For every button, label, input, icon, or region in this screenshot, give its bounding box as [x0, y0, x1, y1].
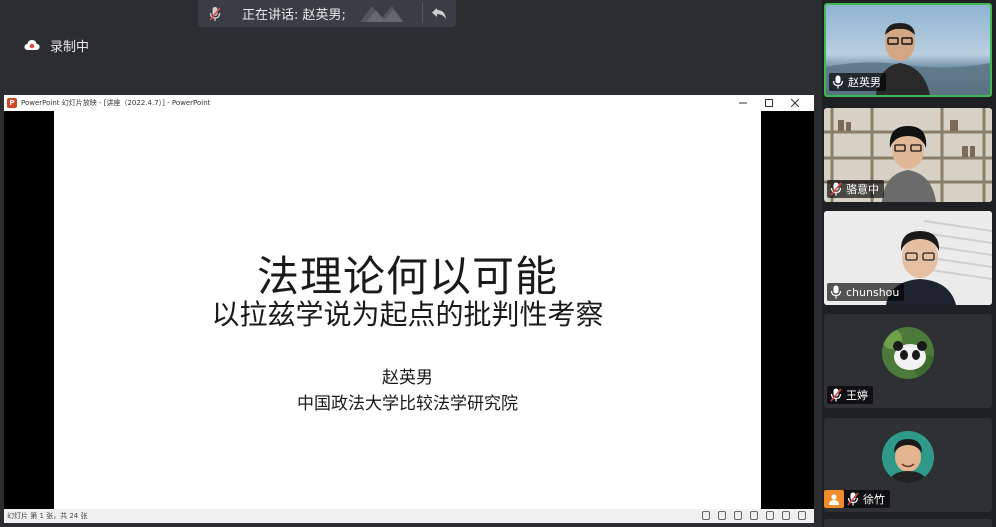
participant-tile[interactable]: 徐竹: [824, 418, 992, 512]
participant-name-tag: 王婷: [827, 386, 873, 404]
avatar: [882, 327, 934, 379]
slide-subtitle: 以拉兹学说为起点的批判性考察: [211, 298, 604, 331]
powerpoint-app-icon: P: [7, 98, 17, 108]
slideshow-icon[interactable]: [798, 511, 806, 520]
participant-name: 王婷: [846, 389, 868, 402]
microphone-icon: [830, 285, 842, 299]
close-button[interactable]: [782, 95, 808, 111]
slide-area: 法理论何以可能 以拉兹学说为起点的批判性考察 赵英男 中国政法大学比较法学研究院: [4, 111, 814, 509]
powerpoint-window: P PowerPoint 幻灯片放映 - [讲座（2022.4.7）] - Po…: [4, 95, 814, 523]
top-bar: 正在讲话: 赵英男; 录制中: [0, 0, 818, 95]
normal-view-icon[interactable]: [750, 511, 758, 520]
window-title: PowerPoint 幻灯片放映 - [讲座（2022.4.7）] - Powe…: [21, 99, 211, 107]
view-controls: [702, 511, 806, 520]
powerpoint-titlebar: P PowerPoint 幻灯片放映 - [讲座（2022.4.7）] - Po…: [4, 95, 814, 111]
slide-author: 赵英男: [382, 368, 433, 388]
participant-name: 徐竹: [863, 493, 885, 506]
window-controls: [730, 95, 808, 111]
speaking-text: 正在讲话: 赵英男;: [242, 8, 346, 23]
microphone-muted-icon: [830, 388, 842, 402]
microphone-muted-icon[interactable]: [198, 0, 232, 27]
participant-tile-partial: [824, 519, 992, 527]
user-badge-icon: [824, 490, 844, 508]
slide-affiliation: 中国政法大学比较法学研究院: [297, 394, 518, 414]
recording-indicator: 录制中: [24, 36, 89, 55]
participant-panel: 赵英男 骆意中 chunshou 王婷 徐竹: [822, 0, 996, 527]
speaking-indicator: 正在讲话: 赵英男;: [198, 0, 456, 27]
minimize-button[interactable]: [730, 95, 756, 111]
participant-tile[interactable]: 骆意中: [824, 108, 992, 202]
maximize-button[interactable]: [756, 95, 782, 111]
slide-count: 幻灯片 第 1 张，共 24 张: [7, 512, 88, 520]
meeting-window: 正在讲话: 赵英男; 录制中 P PowerPoint 幻灯片放映 - [讲座（…: [0, 0, 996, 527]
notes-icon[interactable]: [718, 511, 726, 520]
participant-name-tag: 骆意中: [827, 180, 884, 198]
reading-view-icon[interactable]: [782, 511, 790, 520]
avatar: [882, 431, 934, 483]
participant-name: 赵英男: [848, 76, 881, 89]
slide-sorter-icon[interactable]: [766, 511, 774, 520]
cloud-record-icon: [24, 36, 40, 55]
participant-name-tag: chunshou: [827, 283, 905, 301]
participant-name: 骆意中: [846, 183, 879, 196]
microphone-muted-icon: [830, 182, 842, 196]
blurred-avatars: [356, 0, 408, 24]
recording-label: 录制中: [50, 40, 90, 55]
microphone-muted-icon: [847, 492, 859, 506]
participant-tile[interactable]: 王婷: [824, 314, 992, 408]
slide[interactable]: 法理论何以可能 以拉兹学说为起点的批判性考察 赵英男 中国政法大学比较法学研究院: [54, 111, 761, 509]
divider: [422, 3, 423, 23]
next-slide-icon[interactable]: [734, 511, 742, 520]
participant-tile[interactable]: chunshou: [824, 211, 992, 305]
participant-name-tag: 徐竹: [824, 490, 890, 508]
previous-slide-icon[interactable]: [702, 511, 710, 520]
powerpoint-statusbar: 幻灯片 第 1 张，共 24 张: [4, 509, 814, 523]
reply-icon[interactable]: [428, 2, 450, 24]
participant-name: chunshou: [846, 285, 900, 299]
participant-tile[interactable]: 赵英男: [824, 3, 992, 97]
microphone-icon: [832, 75, 844, 89]
participant-name-tag: 赵英男: [829, 73, 886, 91]
